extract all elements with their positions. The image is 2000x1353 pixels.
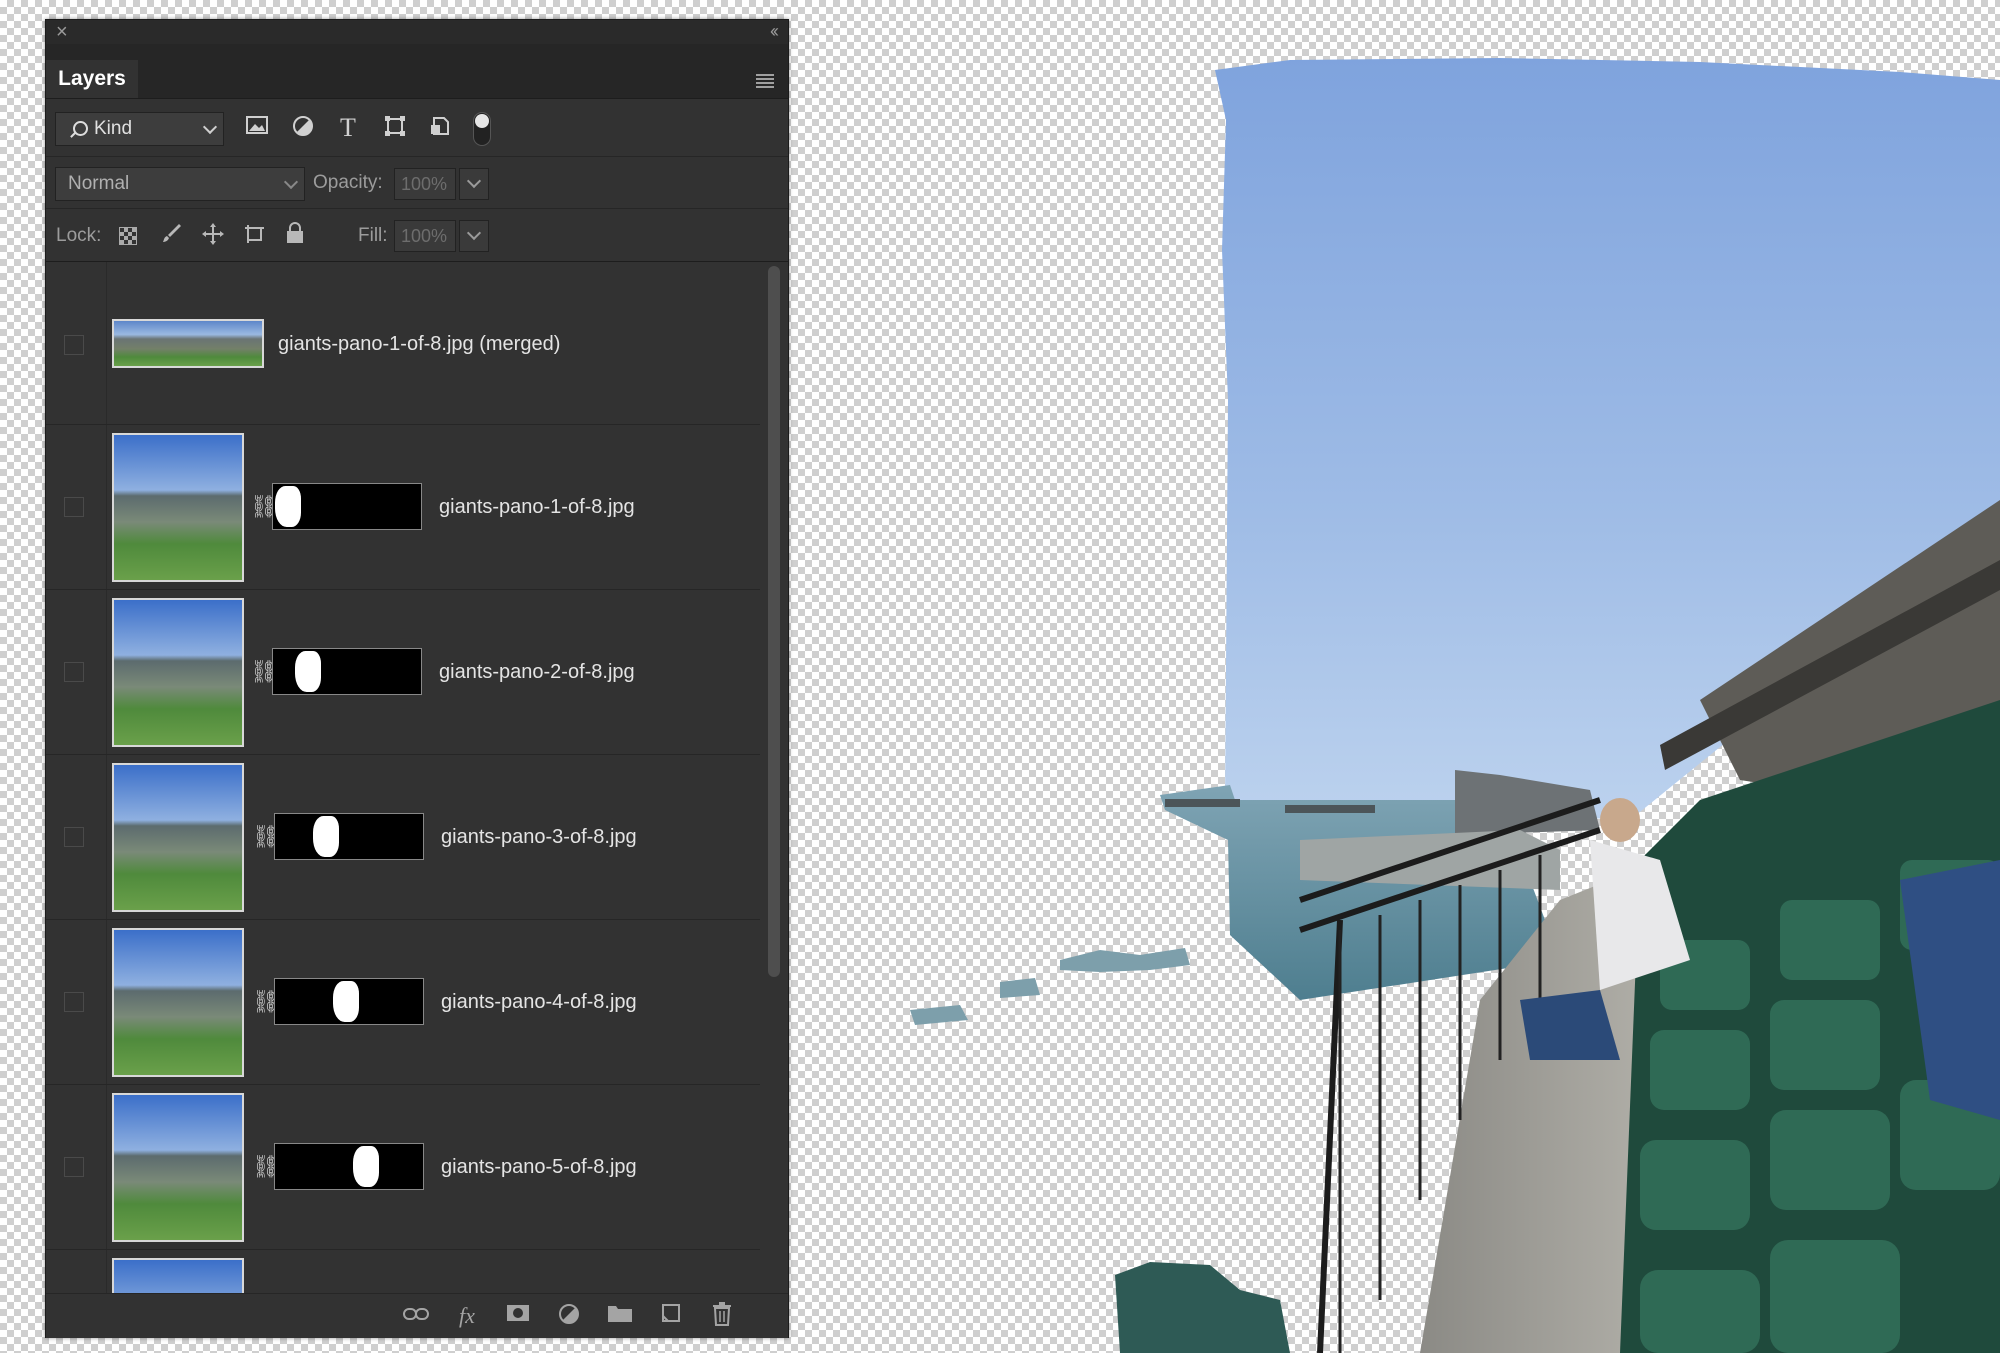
layer-thumbnail[interactable] — [112, 1093, 244, 1242]
mask-shape — [295, 651, 321, 692]
lock-transparency-icon[interactable] — [119, 227, 137, 245]
chevron-down-icon — [466, 173, 482, 189]
lock-position-icon[interactable] — [199, 222, 227, 250]
visibility-column-separator — [106, 262, 107, 424]
panel-footer: fx — [46, 1293, 788, 1338]
chevron-down-icon — [466, 225, 482, 241]
layer-name[interactable]: giants-pano-4-of-8.jpg — [441, 991, 637, 1014]
opacity-field[interactable]: 100% — [394, 168, 456, 200]
layer-thumbnail[interactable] — [112, 433, 244, 582]
mask-shape — [353, 1146, 379, 1187]
mask-shape — [313, 816, 339, 857]
fill-field[interactable]: 100% — [394, 220, 456, 252]
lock-label: Lock: — [56, 225, 102, 246]
layer-list-scrollbar[interactable] — [768, 266, 780, 977]
visibility-column-separator — [106, 590, 107, 754]
layer-name[interactable]: giants-pano-1-of-8.jpg (merged) — [278, 333, 560, 356]
layer-row[interactable]: giants-pano-1-of-8.jpg (merged) — [46, 262, 760, 425]
layer-mask-thumbnail[interactable] — [274, 1143, 424, 1190]
visibility-column-separator — [106, 755, 107, 919]
fill-label: Fill: — [358, 225, 388, 246]
layer-mask-thumbnail[interactable] — [274, 813, 424, 860]
layers-panel: × ‹‹ Layers Kind T Normal Opacity: 100% … — [45, 19, 789, 1338]
layer-list: giants-pano-1-of-8.jpg (merged) ⛓ giants… — [46, 262, 768, 1293]
lock-fill-row: Lock: Fill: 100% — [46, 209, 788, 262]
kind-filter-label: Kind — [94, 118, 133, 139]
panel-menu-icon[interactable] — [756, 74, 774, 88]
blend-mode-dropdown[interactable]: Normal — [55, 167, 305, 201]
layer-row[interactable]: ⛓ giants-pano-3-of-8.jpg — [46, 755, 760, 920]
lock-image-pixels-icon[interactable] — [158, 222, 186, 250]
kind-filter-dropdown[interactable]: Kind — [55, 112, 224, 146]
layer-name[interactable]: giants-pano-5-of-8.jpg — [441, 1156, 637, 1179]
opacity-label: Opacity: — [313, 172, 383, 193]
mask-shape — [275, 486, 301, 527]
layer-thumbnail[interactable] — [112, 1258, 244, 1293]
layer-thumbnail[interactable] — [112, 319, 264, 368]
visibility-toggle[interactable] — [64, 335, 84, 355]
visibility-toggle[interactable] — [64, 992, 84, 1012]
panel-tab-row: Layers — [46, 44, 788, 99]
lock-artboard-icon[interactable] — [240, 222, 268, 250]
visibility-column-separator — [106, 1250, 107, 1293]
delete-layer-icon[interactable] — [707, 1302, 737, 1330]
filter-toggle-switch[interactable] — [473, 112, 491, 146]
layer-thumbnail[interactable] — [112, 763, 244, 912]
layer-name[interactable]: giants-pano-1-of-8.jpg — [439, 496, 635, 519]
layer-row[interactable]: ⛓ giants-pano-1-of-8.jpg — [46, 425, 760, 590]
mask-shape — [333, 981, 359, 1022]
visibility-toggle[interactable] — [64, 497, 84, 517]
collapse-icon[interactable]: ‹‹ — [770, 21, 779, 41]
type-filter-icon[interactable]: T — [334, 114, 362, 142]
blend-opacity-row: Normal Opacity: 100% — [46, 157, 788, 209]
layer-filter-row: Kind T — [46, 98, 788, 157]
layer-mask-thumbnail[interactable] — [272, 483, 422, 530]
layer-mask-thumbnail[interactable] — [272, 648, 422, 695]
chevron-down-icon — [202, 119, 218, 135]
layer-name[interactable]: giants-pano-3-of-8.jpg — [441, 826, 637, 849]
layer-row[interactable]: ⛓ giants-pano-4-of-8.jpg — [46, 920, 760, 1085]
fill-dropdown-button[interactable] — [459, 220, 489, 252]
close-icon[interactable]: × — [56, 21, 68, 43]
blend-mode-value: Normal — [68, 173, 130, 194]
visibility-toggle[interactable] — [64, 1157, 84, 1177]
lock-all-icon[interactable] — [281, 222, 309, 250]
search-icon — [73, 121, 88, 136]
shape-filter-icon[interactable] — [381, 114, 409, 142]
add-mask-icon[interactable] — [503, 1302, 533, 1330]
layer-row[interactable]: ⛓ giants-pano-5-of-8.jpg — [46, 1085, 760, 1250]
new-group-icon[interactable] — [605, 1302, 635, 1330]
layer-thumbnail[interactable] — [112, 928, 244, 1077]
opacity-dropdown-button[interactable] — [459, 168, 489, 200]
visibility-column-separator — [106, 920, 107, 1084]
link-layers-icon[interactable] — [401, 1302, 431, 1330]
layer-mask-thumbnail[interactable] — [274, 978, 424, 1025]
layer-row[interactable]: ⛓ giants-pano-2-of-8.jpg — [46, 590, 760, 755]
visibility-column-separator — [106, 1085, 107, 1249]
image-filter-icon[interactable] — [243, 114, 271, 142]
layer-thumbnail[interactable] — [112, 598, 244, 747]
panel-titlebar: × ‹‹ — [46, 20, 788, 44]
layer-row[interactable] — [46, 1250, 760, 1293]
new-adjustment-icon[interactable] — [554, 1302, 584, 1330]
adjustment-filter-icon[interactable] — [289, 114, 317, 142]
fx-icon[interactable]: fx — [452, 1302, 482, 1330]
visibility-toggle[interactable] — [64, 827, 84, 847]
smart-object-filter-icon[interactable] — [426, 114, 454, 142]
visibility-toggle[interactable] — [64, 662, 84, 682]
visibility-column-separator — [106, 425, 107, 589]
layer-name[interactable]: giants-pano-2-of-8.jpg — [439, 661, 635, 684]
chevron-down-icon — [283, 174, 299, 190]
tab-layers[interactable]: Layers — [46, 60, 138, 98]
new-layer-icon[interactable] — [656, 1302, 686, 1330]
